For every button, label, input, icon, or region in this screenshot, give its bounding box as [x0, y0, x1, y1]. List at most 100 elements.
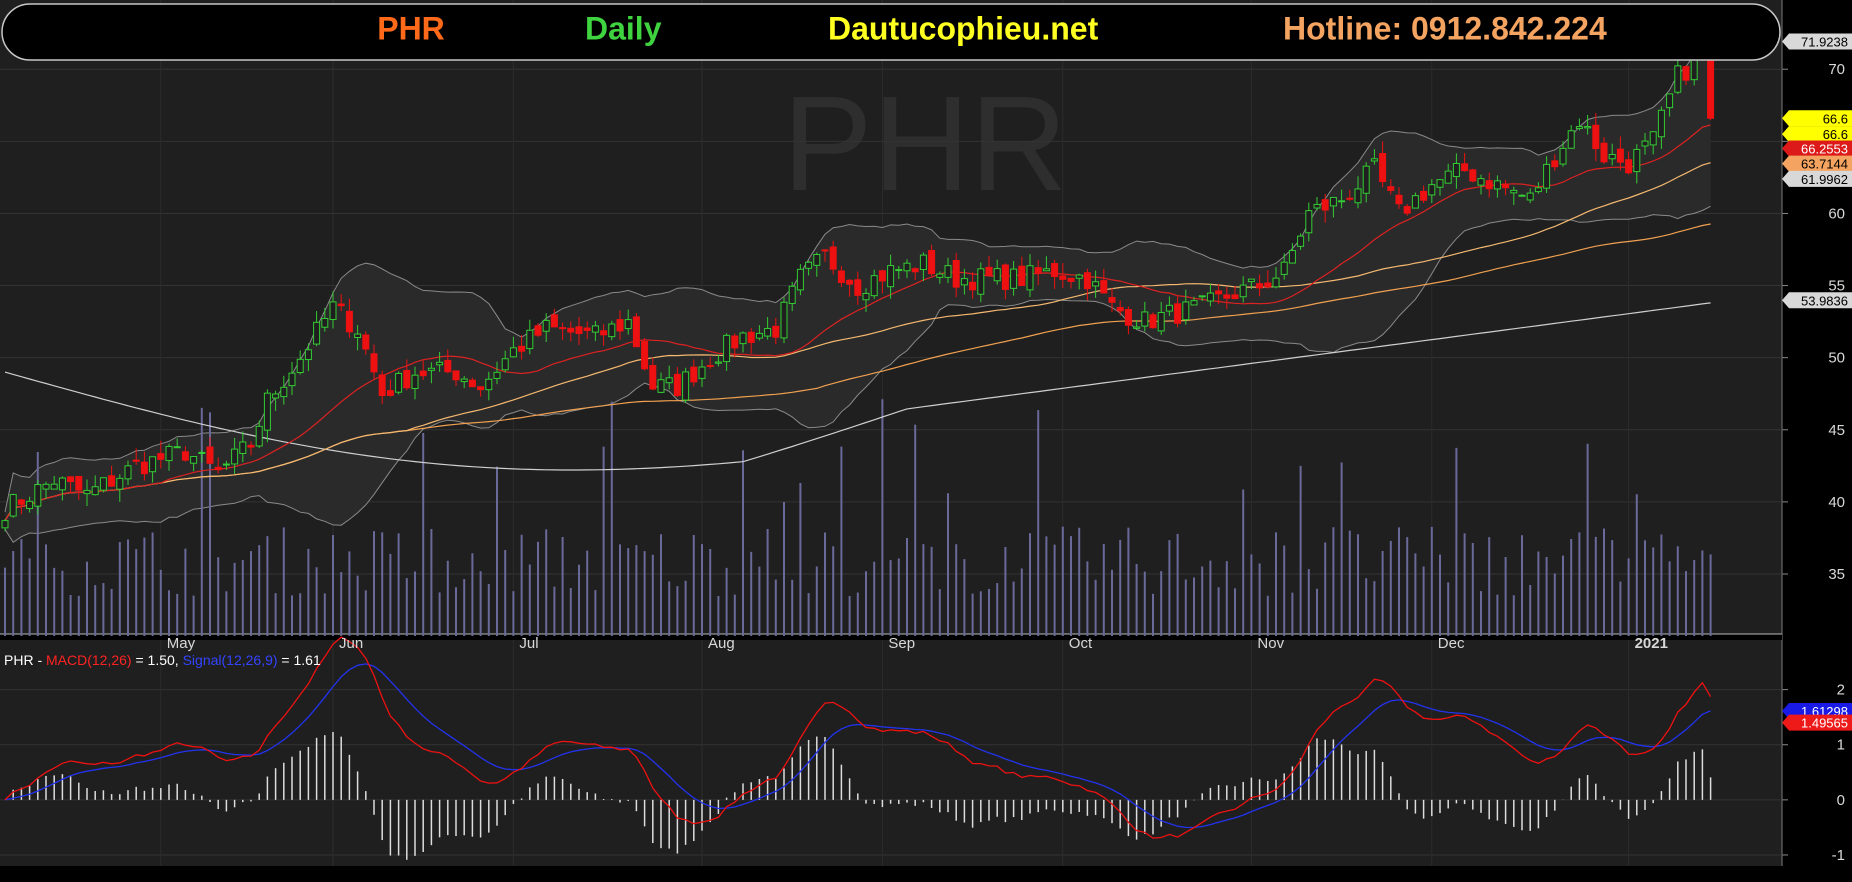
- candle-body: [1165, 304, 1173, 312]
- candle-body: [1215, 290, 1223, 295]
- macd-legend-label: MACD(12,26): [46, 652, 132, 668]
- candle-body: [444, 359, 452, 373]
- candle-body: [321, 317, 329, 328]
- candle-body: [518, 345, 526, 352]
- macd-legend-value: = 1.50,: [132, 652, 183, 668]
- price-badge-label: 66.6: [1823, 111, 1848, 126]
- candle-body: [682, 371, 690, 401]
- candle-body: [665, 377, 673, 384]
- candle-body: [1288, 250, 1296, 264]
- candle-body: [214, 466, 222, 471]
- candle-body: [1567, 130, 1575, 149]
- candle-body: [345, 310, 353, 333]
- hotline-label: Hotline: 0912.842.224: [1283, 10, 1607, 46]
- price-badge-label: 66.6: [1823, 127, 1848, 142]
- candle-body: [714, 361, 722, 364]
- candle-body: [706, 364, 714, 367]
- candle-body: [165, 445, 173, 462]
- candle-body: [1469, 169, 1477, 182]
- candle-body: [1559, 147, 1567, 165]
- candle-body: [313, 321, 321, 345]
- macd-tick-label: 2: [1837, 682, 1845, 699]
- ticker-label: PHR: [377, 10, 445, 46]
- candle-body: [952, 259, 960, 288]
- macd-tick-label: -1: [1832, 847, 1845, 864]
- candle-body: [805, 261, 813, 269]
- candle-body: [542, 319, 550, 332]
- candle-body: [837, 270, 845, 283]
- candle-body: [427, 367, 435, 371]
- site-label: Dautucophieu.net: [828, 10, 1099, 46]
- candle-body: [936, 273, 944, 278]
- macd-legend-prefix: PHR -: [4, 652, 46, 668]
- price-tick-label: 35: [1828, 566, 1845, 583]
- candle-body: [501, 358, 509, 371]
- candle-body: [1452, 162, 1460, 178]
- candle-body: [1354, 188, 1362, 204]
- candle-body: [1403, 206, 1411, 214]
- candle-body: [1666, 93, 1674, 109]
- candle-body: [280, 386, 288, 398]
- candle-body: [477, 386, 485, 391]
- candle-body: [1206, 292, 1214, 302]
- candle-body: [329, 301, 337, 320]
- candle-body: [1387, 186, 1395, 191]
- candle-body: [1616, 148, 1624, 163]
- candle-body: [1051, 263, 1059, 278]
- candle-body: [1608, 153, 1616, 160]
- candle-body: [608, 323, 616, 338]
- candle-body: [1444, 170, 1452, 184]
- candle-body: [386, 390, 394, 396]
- candle-body: [460, 378, 468, 383]
- candle-body: [1, 520, 9, 529]
- macd-tick-label: 1: [1837, 737, 1845, 754]
- month-label: Sep: [888, 635, 915, 652]
- month-label: May: [167, 635, 196, 652]
- candle-body: [1649, 131, 1657, 146]
- candle-body: [780, 301, 788, 339]
- candle-body: [764, 327, 772, 337]
- candle-body: [919, 254, 927, 271]
- candle-body: [772, 325, 780, 338]
- period-label: Daily: [585, 10, 662, 46]
- watermark: PHR: [782, 68, 1067, 219]
- candle-body: [75, 475, 83, 491]
- candle-body: [149, 456, 157, 473]
- macd-legend: PHR - MACD(12,26) = 1.50, Signal(12,26,9…: [4, 652, 321, 668]
- candle-body: [9, 494, 17, 517]
- macd-badge-label: 1.49565: [1801, 716, 1848, 731]
- candle-body: [288, 372, 296, 387]
- candle-body: [1477, 178, 1485, 186]
- candle-body: [657, 379, 665, 393]
- signal-legend-value: = 1.61: [278, 652, 321, 668]
- candle-body: [173, 446, 181, 449]
- candle-body: [985, 266, 993, 276]
- candle-body: [50, 483, 58, 490]
- candle-body: [222, 463, 230, 466]
- candle-body: [1346, 197, 1354, 200]
- candle-body: [509, 347, 517, 358]
- candle-body: [1026, 265, 1034, 291]
- candle-body: [108, 475, 116, 487]
- candle-body: [1370, 158, 1378, 162]
- candle-body: [1420, 190, 1428, 201]
- candle-body: [1034, 267, 1042, 274]
- candle-body: [1149, 314, 1157, 329]
- candle-body: [1223, 294, 1231, 299]
- candle-body: [190, 456, 198, 464]
- candle-body: [649, 364, 657, 390]
- candle-body: [1526, 192, 1534, 201]
- candle-body: [67, 476, 75, 483]
- candle-body: [1518, 194, 1526, 197]
- candle-body: [747, 331, 755, 343]
- candle-body: [575, 326, 583, 335]
- candle-body: [1001, 264, 1009, 290]
- candle-body: [1584, 126, 1592, 129]
- candle-body: [862, 292, 870, 301]
- candle-body: [1092, 281, 1100, 287]
- candle-body: [550, 314, 558, 328]
- candle-body: [960, 278, 968, 286]
- candle-body: [124, 465, 132, 480]
- price-badge-label: 66.2553: [1801, 142, 1848, 157]
- candle-body: [1174, 303, 1182, 324]
